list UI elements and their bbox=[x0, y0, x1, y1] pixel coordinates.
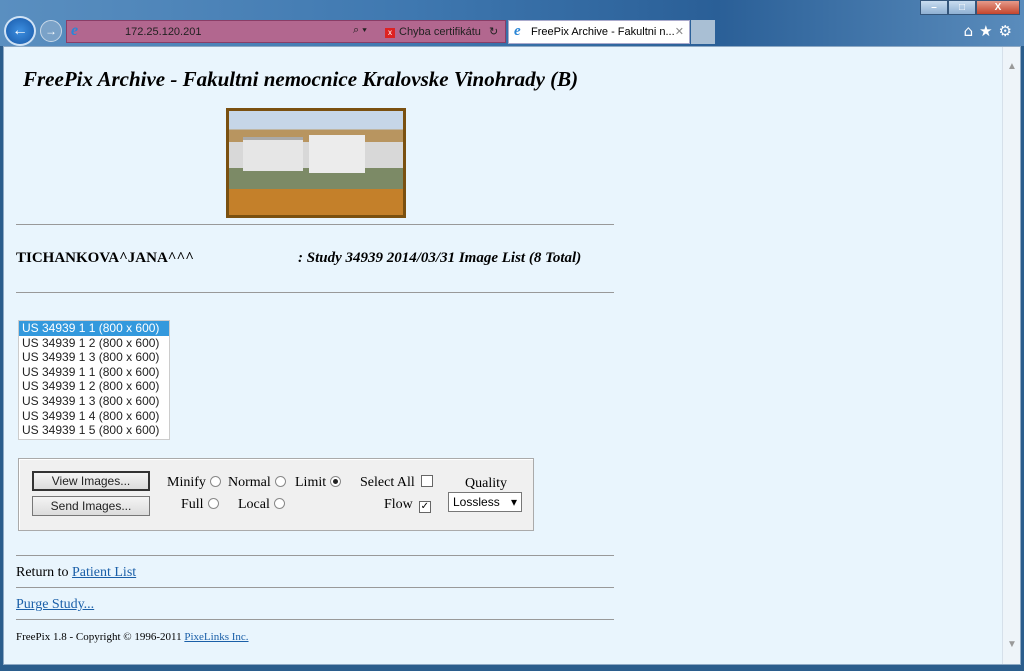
quality-select[interactable]: Lossless ▾ bbox=[448, 492, 522, 512]
refresh-icon[interactable]: ↻ bbox=[489, 25, 498, 38]
footer-text: FreePix 1.8 - Copyright © 1996-2011 bbox=[16, 631, 182, 643]
select-all-checkbox[interactable] bbox=[420, 475, 433, 487]
scroll-up-icon[interactable]: ▲ bbox=[1007, 61, 1017, 72]
cert-error-text: Chyba certifikátu bbox=[399, 26, 481, 38]
minimize-button[interactable]: – bbox=[920, 0, 948, 15]
study-info: : Study 34939 2014/03/31 Image List (8 T… bbox=[298, 250, 582, 266]
divider bbox=[16, 619, 614, 620]
gear-icon[interactable]: ⚙ bbox=[999, 22, 1012, 40]
home-icon[interactable]: ⌂ bbox=[964, 22, 974, 40]
image-list-item[interactable]: US 34939 1 4 (800 x 600) bbox=[19, 409, 169, 424]
tab-freepix[interactable]: e FreePix Archive - Fakultni n... ✕ bbox=[508, 20, 690, 44]
full-label: Full bbox=[181, 497, 204, 512]
image-list-item[interactable]: US 34939 1 1 (800 x 600) bbox=[19, 321, 169, 336]
divider bbox=[16, 555, 614, 556]
image-listbox[interactable]: US 34939 1 1 (800 x 600) US 34939 1 2 (80… bbox=[18, 320, 170, 440]
maximize-button[interactable]: □ bbox=[948, 0, 976, 15]
forward-icon[interactable]: → bbox=[40, 20, 62, 42]
minify-radio[interactable] bbox=[209, 476, 221, 487]
select-all-label: Select All bbox=[360, 475, 415, 490]
normal-label: Normal bbox=[228, 475, 271, 490]
page-title: FreePix Archive - Fakultni nemocnice Kra… bbox=[23, 67, 579, 91]
page-content: ▲ ▼ FreePix Archive - Fakultni nemocnice … bbox=[3, 46, 1021, 665]
purge-study-link[interactable]: Purge Study... bbox=[16, 597, 94, 612]
full-radio[interactable] bbox=[207, 498, 219, 509]
return-text: Return to bbox=[16, 565, 69, 580]
ie-logo-icon: e bbox=[71, 22, 79, 39]
normal-radio[interactable] bbox=[274, 476, 286, 487]
cert-error[interactable]: x Chyba certifikátu bbox=[385, 26, 481, 38]
pixelinks-link[interactable]: PixeLinks Inc. bbox=[184, 631, 248, 643]
close-window-button[interactable]: X bbox=[976, 0, 1020, 15]
close-tab-icon[interactable]: ✕ bbox=[675, 25, 684, 38]
address-bar[interactable]: e 172.25.120.201 ⌕ ▾ x Chyba certifikátu … bbox=[66, 20, 506, 43]
divider bbox=[16, 224, 614, 225]
image-list-item[interactable]: US 34939 1 3 (800 x 600) bbox=[19, 394, 169, 409]
divider bbox=[16, 587, 614, 588]
image-list-item[interactable]: US 34939 1 5 (800 x 600) bbox=[19, 423, 169, 438]
send-images-button[interactable]: Send Images... bbox=[32, 496, 150, 516]
image-list-item[interactable]: US 34939 1 2 (800 x 600) bbox=[19, 336, 169, 351]
flow-label: Flow bbox=[384, 497, 413, 512]
scroll-down-icon[interactable]: ▼ bbox=[1007, 639, 1017, 650]
scrollbar[interactable]: ▲ ▼ bbox=[1002, 47, 1020, 664]
url-text: 172.25.120.201 bbox=[125, 26, 202, 38]
ie-tab-icon: e bbox=[514, 23, 521, 39]
divider bbox=[16, 292, 614, 293]
image-list-item[interactable]: US 34939 1 3 (800 x 600) bbox=[19, 350, 169, 365]
star-icon[interactable]: ★ bbox=[979, 22, 992, 40]
cert-error-icon: x bbox=[385, 28, 395, 38]
back-icon[interactable]: ← bbox=[4, 16, 36, 46]
minify-label: Minify bbox=[167, 475, 206, 490]
patient-name: TICHANKOVA^JANA^^^ bbox=[16, 250, 194, 266]
browser-chrome: – □ X ← → e 172.25.120.201 ⌕ ▾ x Chyba cert… bbox=[0, 0, 1024, 46]
quality-label: Quality bbox=[465, 476, 507, 491]
patient-list-link[interactable]: Patient List bbox=[72, 565, 136, 580]
view-images-button[interactable]: View Images... bbox=[32, 471, 150, 491]
limit-label: Limit bbox=[295, 475, 327, 490]
tab-title: FreePix Archive - Fakultni n... bbox=[531, 26, 675, 38]
quality-value: Lossless bbox=[453, 495, 500, 509]
hospital-photo bbox=[226, 108, 406, 218]
new-tab-button[interactable] bbox=[691, 20, 715, 44]
image-list-item[interactable]: US 34939 1 1 (800 x 600) bbox=[19, 365, 169, 380]
chevron-down-icon: ▾ bbox=[510, 495, 517, 509]
local-label: Local bbox=[238, 497, 270, 512]
limit-radio[interactable] bbox=[330, 476, 342, 487]
search-icon[interactable]: ⌕ ▾ bbox=[353, 24, 367, 37]
image-options-form: View Images... Send Images... Minify Nor… bbox=[18, 458, 534, 531]
local-radio[interactable] bbox=[273, 498, 285, 509]
image-list-item[interactable]: US 34939 1 2 (800 x 600) bbox=[19, 379, 169, 394]
flow-checkbox[interactable]: ✓ bbox=[418, 501, 431, 513]
